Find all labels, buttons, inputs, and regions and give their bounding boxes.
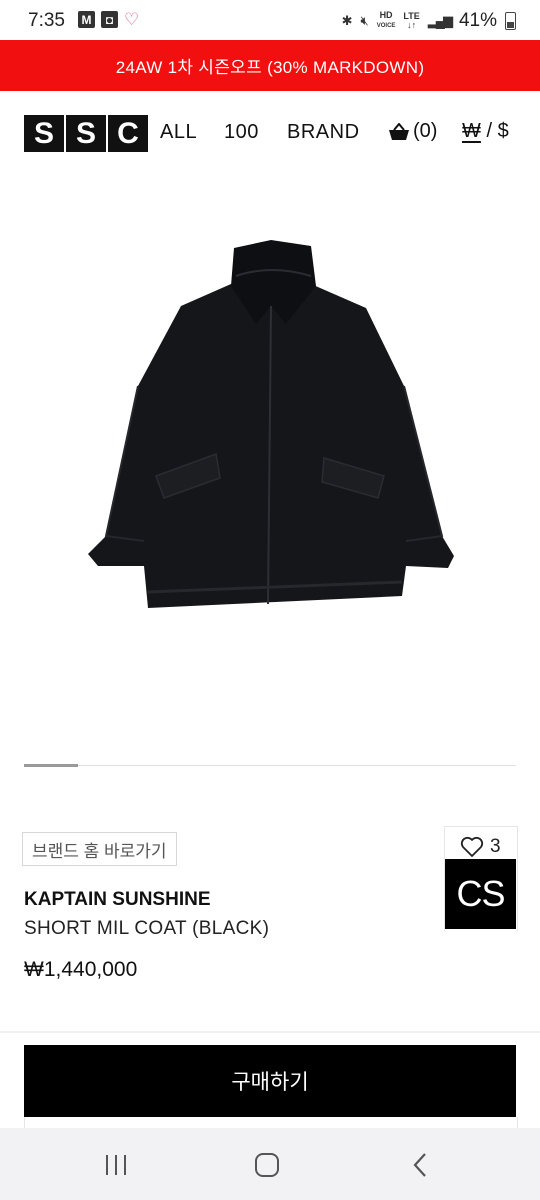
mute-icon: 🔇︎ xyxy=(360,13,369,28)
basket-icon xyxy=(389,122,409,140)
currency-usd[interactable]: $ xyxy=(498,120,509,142)
brand-logo[interactable]: CS xyxy=(445,859,516,929)
nav-all[interactable]: ALL xyxy=(160,121,197,144)
lte-icon: LTE ↓↑ xyxy=(403,11,420,30)
promo-banner[interactable]: 24AW 1차 시즌오프 (30% MARKDOWN) xyxy=(0,40,540,91)
home-icon[interactable] xyxy=(252,1150,282,1180)
product-image[interactable] xyxy=(86,236,456,616)
back-icon[interactable] xyxy=(405,1150,435,1180)
calendar-icon: ◘ xyxy=(101,11,118,28)
like-button[interactable]: 3 xyxy=(460,836,501,858)
bluetooth-icon: ✱ xyxy=(341,13,353,28)
product-price: ₩1,440,000 xyxy=(24,958,138,981)
logo-letter: S xyxy=(24,115,64,152)
nav-100[interactable]: 100 xyxy=(224,121,259,144)
brand-home-button[interactable]: 브랜드 홈 바로가기 xyxy=(22,832,177,866)
image-slider-thumb[interactable] xyxy=(24,764,78,767)
signal-icon: ▂▄▆ xyxy=(427,13,453,28)
battery-percentage: 41% xyxy=(458,10,497,31)
cart-count: (0) xyxy=(413,120,438,142)
currency-won[interactable]: ₩ xyxy=(462,120,481,142)
cart-button[interactable]: (0) xyxy=(388,120,437,143)
status-system-icons: ✱ 🔇︎ HD VOICE LTE ↓↑ ▂▄▆ 41% xyxy=(342,10,516,32)
buy-button[interactable]: 구매하기 xyxy=(24,1045,516,1117)
status-time: 7:35 xyxy=(28,10,65,31)
hd-voice-icon: HD VOICE xyxy=(376,10,396,30)
nav-brand[interactable]: BRAND xyxy=(287,121,360,144)
logo-letter: C xyxy=(108,115,148,152)
site-logo[interactable]: S S C xyxy=(24,115,148,152)
divider xyxy=(0,1031,540,1033)
status-notification-icons: M ◘ ♡ xyxy=(78,11,139,28)
gmail-icon: M xyxy=(78,11,95,28)
currency-switcher[interactable]: ₩ / $ xyxy=(462,120,509,143)
logo-letter: S xyxy=(66,115,106,152)
recent-apps-icon[interactable] xyxy=(101,1150,131,1180)
battery-icon xyxy=(505,12,516,30)
image-slider-track[interactable] xyxy=(24,765,516,766)
heart-icon: ♡ xyxy=(124,10,140,29)
heart-outline-icon xyxy=(460,836,484,857)
like-count: 3 xyxy=(490,836,501,857)
product-brand[interactable]: KAPTAIN SUNSHINE xyxy=(24,889,211,911)
currency-separator: / xyxy=(486,120,493,142)
product-name: SHORT MIL COAT (BLACK) xyxy=(24,918,270,939)
